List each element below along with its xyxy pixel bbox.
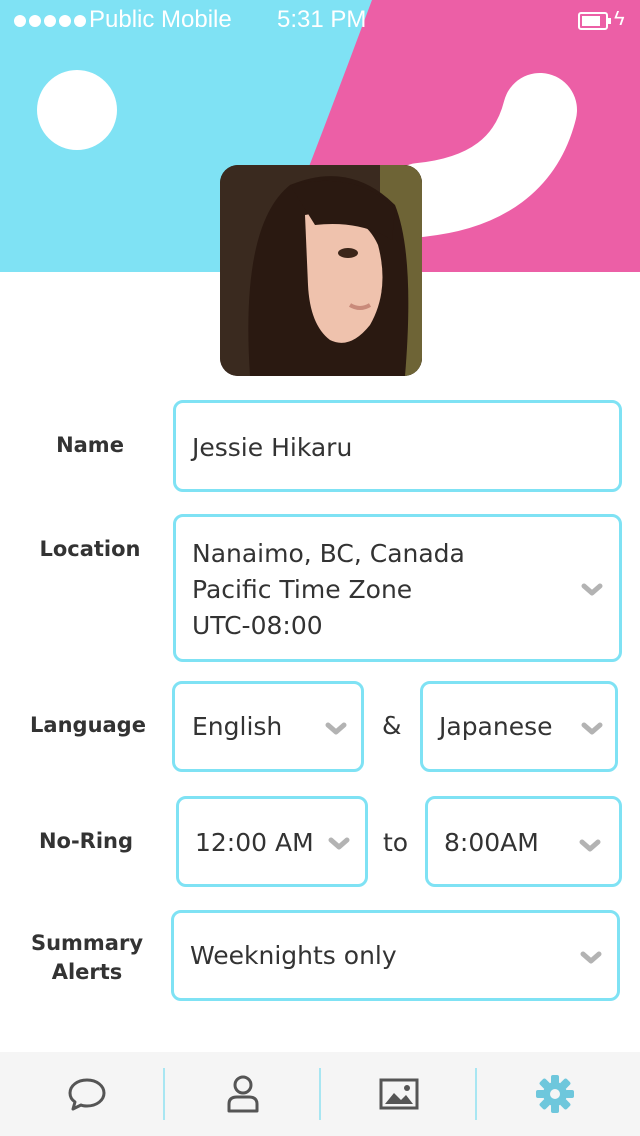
status-bar: Public Mobile 5:31 PM ϟ — [0, 0, 640, 40]
chevron-down-icon — [581, 722, 603, 735]
location-line-timezone: Pacific Time Zone — [192, 575, 413, 604]
name-label: Name — [56, 433, 124, 457]
summary-alerts-label-line1: Summary — [30, 931, 144, 955]
no-ring-end-select[interactable]: 8:00AM — [425, 796, 622, 887]
language-secondary-value: Japanese — [439, 712, 553, 741]
language-secondary-select[interactable]: Japanese — [420, 681, 618, 772]
decorative-circle — [37, 70, 117, 150]
summary-alerts-value: Weeknights only — [190, 941, 397, 970]
location-line-city: Nanaimo, BC, Canada — [192, 539, 465, 568]
language-label: Language — [30, 713, 146, 737]
tab-messages[interactable] — [9, 1052, 165, 1136]
carrier-name: Public Mobile — [89, 6, 232, 33]
name-field[interactable]: Jessie Hikaru — [173, 400, 622, 492]
image-icon — [379, 1078, 419, 1110]
no-ring-end-value: 8:00AM — [444, 828, 539, 857]
summary-alerts-select[interactable]: Weeknights only — [171, 910, 620, 1001]
language-primary-select[interactable]: English — [172, 681, 364, 772]
no-ring-separator: to — [383, 828, 409, 857]
avatar-photo-illustration — [220, 165, 422, 376]
gear-icon — [536, 1075, 574, 1113]
battery-icon — [578, 12, 611, 30]
location-field[interactable]: Nanaimo, BC, Canada Pacific Time Zone UT… — [173, 514, 622, 662]
signal-strength-icon — [14, 15, 86, 27]
no-ring-start-value: 12:00 AM — [195, 828, 314, 857]
chat-bubble-icon — [68, 1078, 106, 1111]
tab-settings[interactable] — [477, 1052, 633, 1136]
chevron-down-icon — [325, 722, 347, 735]
summary-alerts-label: Summary Alerts — [24, 929, 150, 987]
chevron-down-icon — [579, 839, 601, 852]
chevron-down-icon — [580, 951, 602, 964]
charging-icon: ϟ — [614, 8, 625, 30]
tab-bar — [0, 1052, 640, 1136]
location-label: Location — [39, 537, 141, 561]
language-separator: & — [382, 711, 402, 740]
name-value: Jessie Hikaru — [192, 433, 353, 462]
tab-photos[interactable] — [321, 1052, 477, 1136]
tab-profile[interactable] — [165, 1052, 321, 1136]
location-line-utc: UTC-08:00 — [192, 611, 323, 640]
profile-avatar[interactable] — [220, 165, 422, 376]
status-time: 5:31 PM — [277, 6, 367, 33]
language-primary-value: English — [192, 712, 283, 741]
profile-icon — [227, 1075, 259, 1113]
chevron-down-icon — [328, 837, 350, 850]
summary-alerts-label-line2: Alerts — [51, 960, 123, 984]
no-ring-start-select[interactable]: 12:00 AM — [176, 796, 368, 887]
chevron-down-icon — [581, 583, 603, 596]
no-ring-label: No-Ring — [38, 829, 134, 853]
